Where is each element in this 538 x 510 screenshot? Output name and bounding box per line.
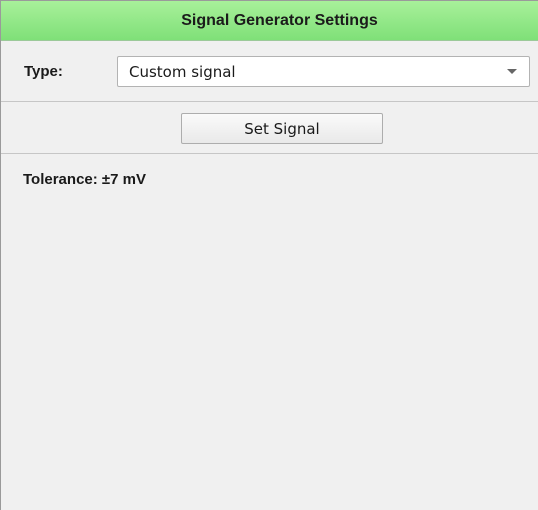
set-signal-row: Set Signal xyxy=(1,102,538,154)
set-signal-button[interactable]: Set Signal xyxy=(181,113,383,144)
type-label: Type: xyxy=(24,63,63,80)
tolerance-text: Tolerance: ±7 mV xyxy=(23,171,146,188)
panel-title: Signal Generator Settings xyxy=(181,11,378,29)
chevron-down-icon xyxy=(507,69,517,74)
signal-type-selected-value: Custom signal xyxy=(129,63,236,81)
signal-generator-settings-panel: Signal Generator Settings Type: Custom s… xyxy=(0,0,538,510)
type-row: Type: Custom signal xyxy=(1,41,538,102)
panel-header: Signal Generator Settings xyxy=(1,1,538,41)
signal-type-dropdown[interactable]: Custom signal xyxy=(117,56,530,87)
